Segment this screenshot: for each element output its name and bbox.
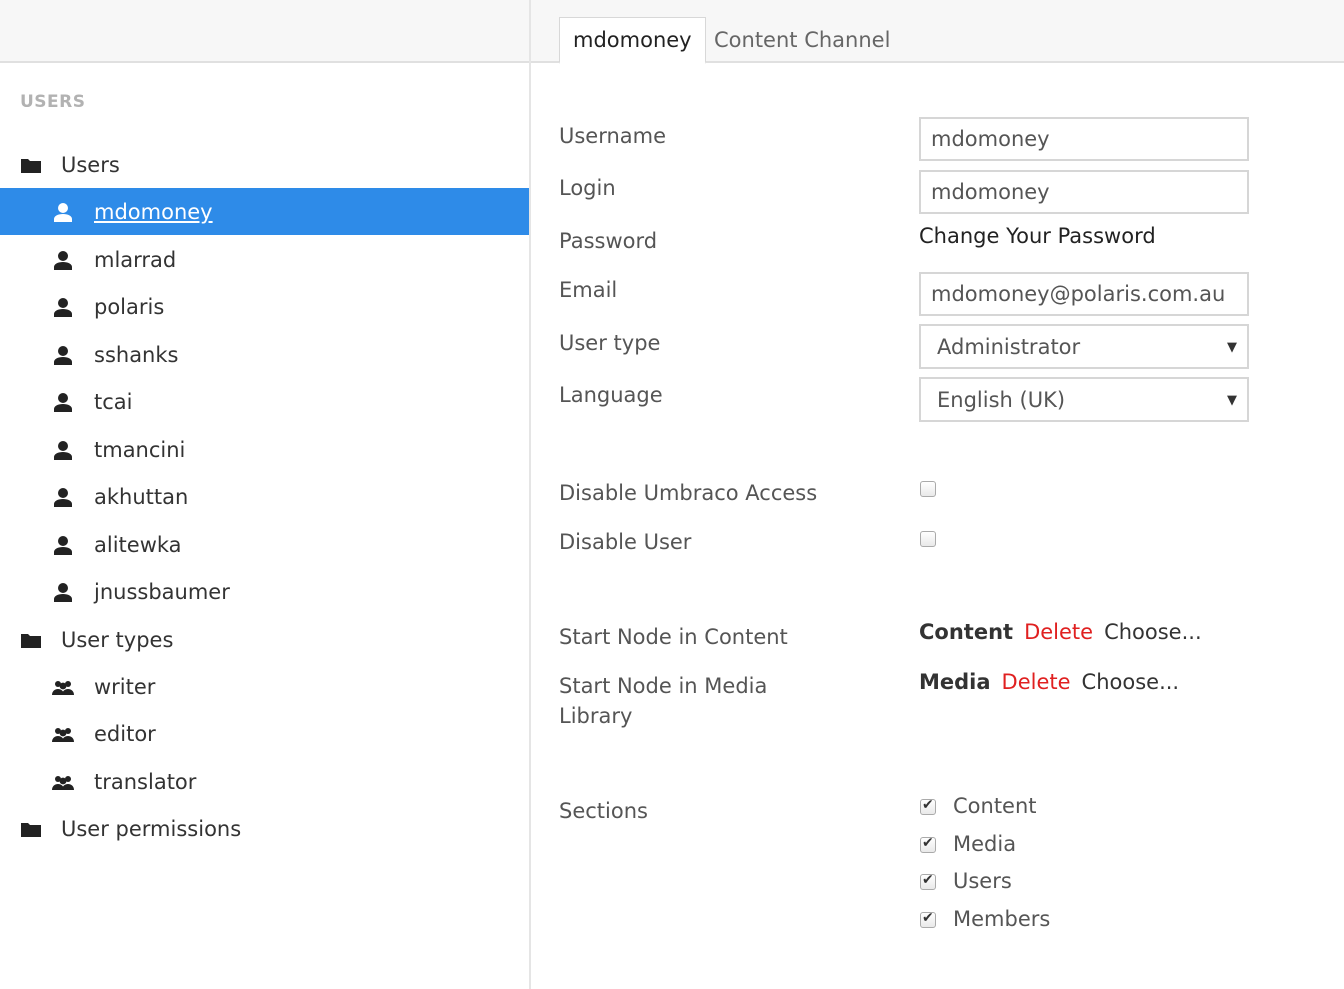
tree-usertype-writer[interactable]: writer — [0, 663, 529, 710]
tree-header-bar — [0, 0, 529, 63]
start-node-media-row: Media Delete Choose... — [919, 670, 1179, 694]
tree-item-label: User permissions — [61, 816, 242, 841]
user-icon — [52, 486, 74, 508]
login-input[interactable] — [919, 170, 1249, 214]
tree-usertype-editor[interactable]: editor — [0, 710, 529, 757]
user-icon — [52, 581, 74, 603]
section-content-checkbox[interactable] — [920, 797, 936, 815]
password-label: Password — [559, 229, 658, 253]
section-members-label: Members — [953, 907, 1051, 931]
tree-user-tmancini[interactable]: tmancini — [0, 426, 529, 473]
tree-user-akhuttan[interactable]: akhuttan — [0, 473, 529, 520]
disable-umbraco-access-checkbox[interactable] — [920, 481, 936, 497]
user-type-label: User type — [559, 331, 661, 355]
folder-icon — [20, 629, 42, 651]
tree-folder-user-permissions[interactable]: User permissions — [0, 805, 529, 852]
user-icon — [52, 249, 74, 271]
tree-folder-users[interactable]: Users — [0, 141, 529, 188]
users-tree-panel: USERS Users mdomoney mlarrad polaris ssh… — [0, 0, 531, 989]
disable-user-label: Disable User — [559, 530, 692, 554]
start-node-media-value: Media — [919, 670, 991, 694]
start-node-content-delete-link[interactable]: Delete — [1024, 620, 1093, 644]
login-label: Login — [559, 176, 616, 200]
section-users-label: Users — [953, 869, 1012, 893]
tree-item-label: User types — [61, 627, 174, 652]
sections-label: Sections — [559, 799, 648, 823]
tree-item-label: Users — [61, 152, 120, 177]
tree-item-label: tmancini — [94, 437, 186, 462]
start-node-content-label: Start Node in Content — [559, 625, 788, 649]
language-select[interactable]: English (UK) ▼ — [919, 377, 1249, 422]
users-group-icon — [52, 676, 74, 698]
tree-item-label: polaris — [94, 294, 165, 319]
language-value: English (UK) — [937, 387, 1066, 412]
user-type-select[interactable]: Administrator ▼ — [919, 324, 1249, 369]
start-node-content-row: Content Delete Choose... — [919, 620, 1202, 644]
user-icon — [52, 439, 74, 461]
start-node-media-label-line1: Start Node in Media — [559, 674, 768, 698]
tree-item-label: jnussbaumer — [94, 579, 230, 604]
email-input[interactable] — [919, 272, 1249, 316]
change-password-link[interactable]: Change Your Password — [919, 224, 1156, 248]
users-group-icon — [52, 771, 74, 793]
dropdown-caret-icon: ▼ — [1227, 393, 1237, 408]
user-icon — [52, 201, 74, 223]
tab-user[interactable]: mdomoney — [559, 17, 706, 64]
tree-item-label: mlarrad — [94, 247, 177, 272]
disable-user-checkbox[interactable] — [920, 531, 936, 547]
tree-user-mlarrad[interactable]: mlarrad — [0, 236, 529, 283]
email-label: Email — [559, 278, 618, 302]
username-label: Username — [559, 124, 667, 148]
tab-content-channel[interactable]: Content Channel — [701, 17, 903, 63]
tree-item-label: writer — [94, 674, 156, 699]
tree-item-label: translator — [94, 769, 197, 794]
disable-umbraco-access-label: Disable Umbraco Access — [559, 481, 818, 505]
tree-user-mdomoney[interactable]: mdomoney — [0, 188, 529, 235]
dropdown-caret-icon: ▼ — [1227, 340, 1237, 355]
tree-item-label: mdomoney — [94, 199, 213, 224]
tree-folder-user-types[interactable]: User types — [0, 616, 529, 663]
tree-user-alitewka[interactable]: alitewka — [0, 521, 529, 568]
user-type-value: Administrator — [937, 334, 1081, 359]
users-group-icon — [52, 723, 74, 745]
section-media-checkbox[interactable] — [920, 835, 936, 853]
username-input[interactable] — [919, 117, 1249, 161]
user-icon — [52, 344, 74, 366]
user-icon — [52, 391, 74, 413]
user-icon — [52, 296, 74, 318]
section-users-checkbox[interactable] — [920, 872, 936, 890]
user-icon — [52, 534, 74, 556]
section-members-checkbox[interactable] — [920, 910, 936, 928]
start-node-content-value: Content — [919, 620, 1014, 644]
tree-user-jnussbaumer[interactable]: jnussbaumer — [0, 568, 529, 615]
tree-item-label: tcai — [94, 389, 133, 414]
tree-item-label: editor — [94, 721, 156, 746]
start-node-media-delete-link[interactable]: Delete — [1002, 670, 1071, 694]
language-label: Language — [559, 383, 663, 407]
start-node-media-choose-link[interactable]: Choose... — [1082, 670, 1180, 694]
section-media-label: Media — [953, 832, 1017, 856]
tree-user-sshanks[interactable]: sshanks — [0, 331, 529, 378]
tree-usertype-translator[interactable]: translator — [0, 758, 529, 805]
tree-item-label: sshanks — [94, 342, 179, 367]
tree-item-label: alitewka — [94, 532, 182, 557]
tree-user-polaris[interactable]: polaris — [0, 283, 529, 330]
start-node-content-choose-link[interactable]: Choose... — [1104, 620, 1202, 644]
folder-icon — [20, 154, 42, 176]
folder-icon — [20, 818, 42, 840]
section-content-label: Content — [953, 794, 1037, 818]
tree-user-tcai[interactable]: tcai — [0, 378, 529, 425]
tree-item-label: akhuttan — [94, 484, 189, 509]
start-node-media-label-line2: Library — [559, 704, 633, 728]
tree-title: USERS — [20, 92, 86, 112]
